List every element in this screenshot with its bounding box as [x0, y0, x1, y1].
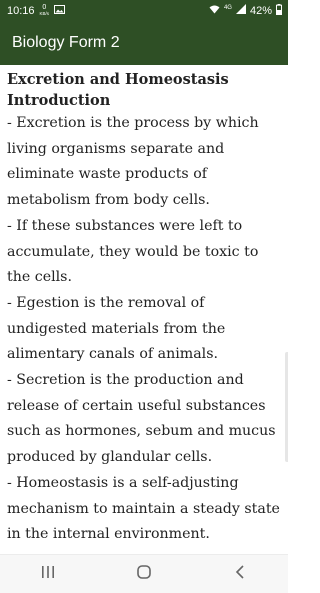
paragraph-toxicity: - If these substances were left to accum…: [7, 217, 259, 286]
recent-apps-icon: [41, 565, 55, 583]
recent-apps-button[interactable]: [28, 559, 68, 589]
app-title: Biology Form 2: [12, 34, 120, 51]
home-button[interactable]: [124, 559, 164, 589]
battery-percent: 42%: [249, 4, 272, 17]
network-type: 4G: [223, 4, 232, 11]
data-speed-indicator: 0 KB/s: [39, 4, 50, 17]
section-heading: Excretion and Homeostasis Introduction: [7, 71, 229, 109]
back-icon: [235, 564, 245, 584]
navigation-bar: [0, 554, 288, 593]
battery-icon: [276, 3, 282, 18]
data-speed-unit: KB/s: [39, 10, 50, 16]
scroll-indicator[interactable]: [285, 352, 288, 462]
status-bar: 10:16 0 KB/s 4G 42%: [0, 0, 288, 21]
wifi-icon: [209, 5, 220, 17]
paragraph-homeostasis: - Homeostasis is a self-adjusting mechan…: [7, 474, 280, 543]
back-button[interactable]: [220, 559, 260, 589]
paragraph-egestion: - Egestion is the removal of undigested …: [7, 294, 226, 363]
signal-icon: [235, 4, 246, 17]
paragraph-secretion: - Secretion is the production and releas…: [7, 372, 276, 466]
notes-content[interactable]: Excretion and Homeostasis Introduction -…: [0, 65, 288, 554]
home-icon: [137, 564, 151, 584]
paragraph-excretion: - Excretion is the process by which livi…: [7, 115, 259, 209]
status-time: 10:16: [7, 4, 35, 17]
photo-icon: [54, 4, 66, 17]
app-bar: Biology Form 2: [0, 21, 288, 65]
